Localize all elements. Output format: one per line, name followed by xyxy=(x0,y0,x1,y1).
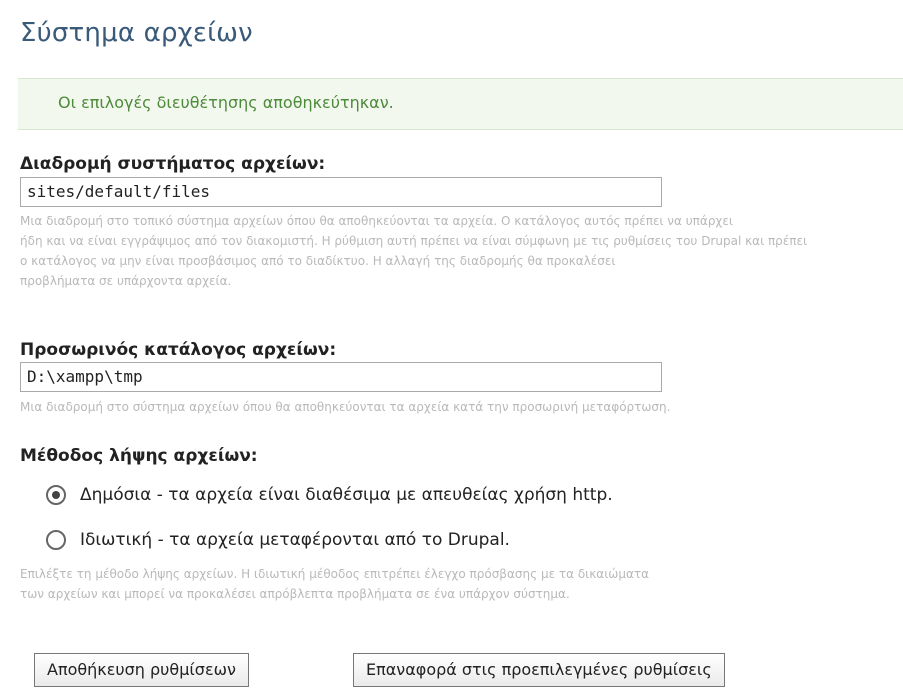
download-method-public[interactable]: Δημόσια - τα αρχεία είναι διαθέσιμα με α… xyxy=(46,485,613,505)
file-system-path-description: Μια διαδρομή στο τοπικό σύστημα αρχείων … xyxy=(20,214,808,288)
radio-public[interactable] xyxy=(46,485,66,505)
temp-directory-description: Μια διαδρομή στο σύστημα αρχείων όπου θα… xyxy=(20,400,671,414)
radio-private[interactable] xyxy=(46,530,66,550)
save-configuration-button[interactable]: Αποθήκευση ρυθμίσεων xyxy=(34,653,249,687)
reset-to-defaults-button[interactable]: Επαναφορά στις προεπιλεγμένες ρυθμίσεις xyxy=(353,653,725,687)
download-method-label: Μέθοδος λήψης αρχείων: xyxy=(20,446,258,466)
file-system-path-label: Διαδρομή συστήματος αρχείων: xyxy=(20,154,326,174)
status-message-text: Οι επιλογές διευθέτησης αποθηκεύτηκαν. xyxy=(58,93,394,112)
status-message: Οι επιλογές διευθέτησης αποθηκεύτηκαν. xyxy=(18,78,903,130)
download-method-private[interactable]: Ιδιωτική - τα αρχεία μεταφέρονται από το… xyxy=(46,530,510,550)
download-method-description: Επιλέξτε τη μέθοδο λήψης αρχείων. Η ιδιω… xyxy=(20,567,649,601)
file-system-path-input[interactable]: sites/default/files xyxy=(20,177,662,207)
radio-public-label: Δημόσια - τα αρχεία είναι διαθέσιμα με α… xyxy=(80,485,613,505)
temp-directory-input[interactable]: D:\xampp\tmp xyxy=(20,362,662,392)
temp-directory-label: Προσωρινός κατάλογος αρχείων: xyxy=(20,340,337,360)
page-title: Σύστημα αρχείων xyxy=(20,18,253,48)
radio-private-label: Ιδιωτική - τα αρχεία μεταφέρονται από το… xyxy=(80,530,510,550)
